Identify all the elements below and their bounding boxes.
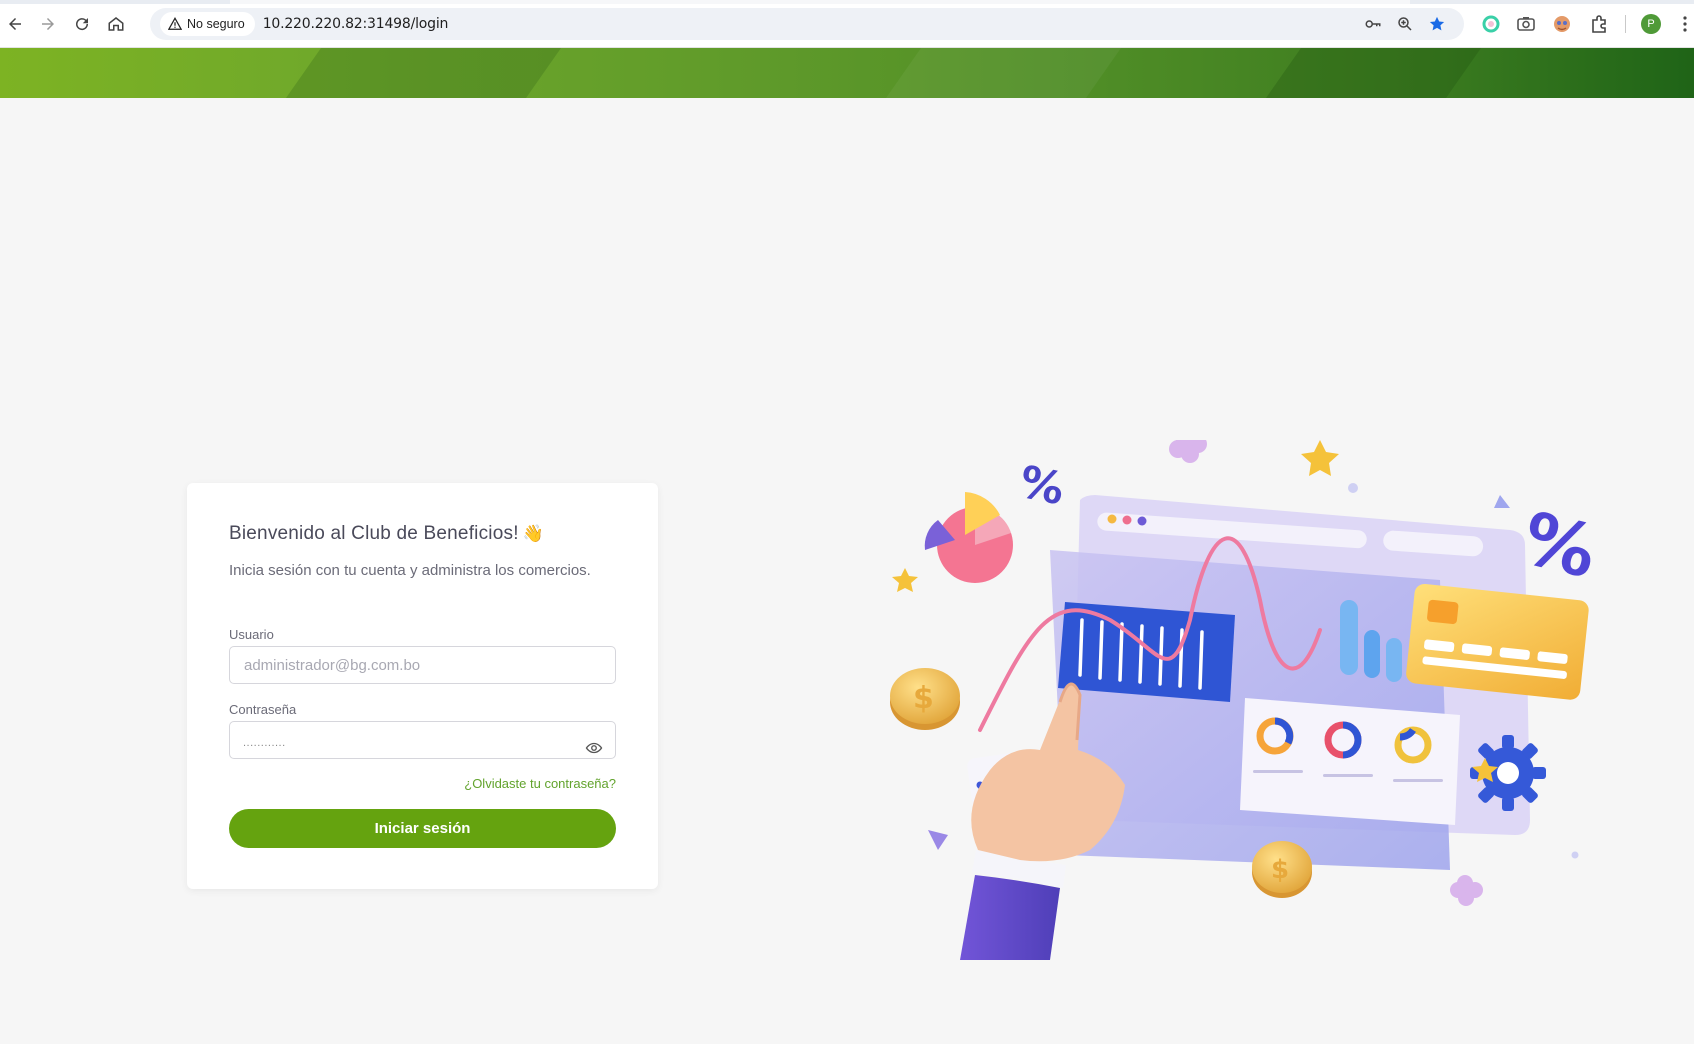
username-input[interactable] xyxy=(229,646,616,684)
profile-avatar[interactable]: P xyxy=(1641,14,1661,34)
back-icon[interactable] xyxy=(3,12,27,36)
star-icon xyxy=(1301,440,1339,476)
credit-card-icon xyxy=(1406,583,1589,700)
login-button[interactable]: Iniciar sesión xyxy=(229,809,616,848)
login-subtitle: Inicia sesión con tu cuenta y administra… xyxy=(229,562,591,579)
url-text[interactable]: 10.220.220.82:31498/login xyxy=(263,16,449,32)
forward-icon[interactable] xyxy=(36,12,60,36)
browser-toolbar: No seguro 10.220.220.82:31498/login P xyxy=(0,0,1694,48)
password-key-icon[interactable] xyxy=(1364,15,1382,33)
show-password-icon[interactable] xyxy=(585,739,603,757)
dot-icon xyxy=(1348,483,1358,493)
active-tab[interactable] xyxy=(230,0,1410,4)
donut-panel-graphic xyxy=(1240,698,1460,825)
tab-strip xyxy=(0,0,1694,4)
security-chip[interactable]: No seguro xyxy=(160,12,255,36)
forgot-password-link[interactable]: ¿Olvidaste tu contraseña? xyxy=(464,776,616,791)
password-label: Contraseña xyxy=(229,702,297,717)
star-small-icon xyxy=(892,568,918,592)
security-label: No seguro xyxy=(187,17,245,31)
password-input[interactable] xyxy=(229,721,616,759)
password-mask: ............ xyxy=(243,737,286,749)
triangle-icon xyxy=(928,830,948,850)
zoom-icon[interactable] xyxy=(1396,15,1414,33)
dot-small-icon xyxy=(1571,851,1579,859)
extension-avatar-icon[interactable] xyxy=(1552,14,1572,34)
address-bar[interactable]: No seguro 10.220.220.82:31498/login xyxy=(150,8,1464,40)
percent-icon: % xyxy=(1015,456,1069,515)
bookmark-star-icon[interactable] xyxy=(1428,15,1446,33)
dollar-coin-icon: $ xyxy=(890,668,960,730)
warning-icon xyxy=(168,17,182,30)
percent-large-icon: % xyxy=(1515,496,1605,595)
svg-text:$: $ xyxy=(913,681,934,716)
login-title: Bienvenido al Club de Beneficios! 👋 xyxy=(229,523,544,545)
svg-text:$: $ xyxy=(1271,855,1289,885)
menu-kebab-icon[interactable] xyxy=(1680,14,1690,34)
toolbar-divider xyxy=(1625,15,1626,33)
triangle-small-icon xyxy=(1494,495,1510,508)
camera-icon[interactable] xyxy=(1516,14,1536,34)
barcode-chart-graphic xyxy=(1058,602,1235,702)
dollar-coin-small-icon: $ xyxy=(1252,841,1312,898)
login-card: Bienvenido al Club de Beneficios! 👋 Inici… xyxy=(187,483,658,889)
header-banner xyxy=(0,48,1694,98)
home-icon[interactable] xyxy=(104,12,128,36)
dashboard-illustration: % % $ $ xyxy=(890,440,1605,960)
pie-chart-icon xyxy=(924,492,1013,583)
login-title-text: Bienvenido al Club de Beneficios! xyxy=(229,523,519,544)
reload-icon[interactable] xyxy=(70,12,94,36)
wave-hand-icon: 👋 xyxy=(522,524,545,543)
extension-spinner-icon[interactable] xyxy=(1481,14,1501,34)
username-label: Usuario xyxy=(229,627,274,642)
extensions-puzzle-icon[interactable] xyxy=(1589,14,1609,34)
